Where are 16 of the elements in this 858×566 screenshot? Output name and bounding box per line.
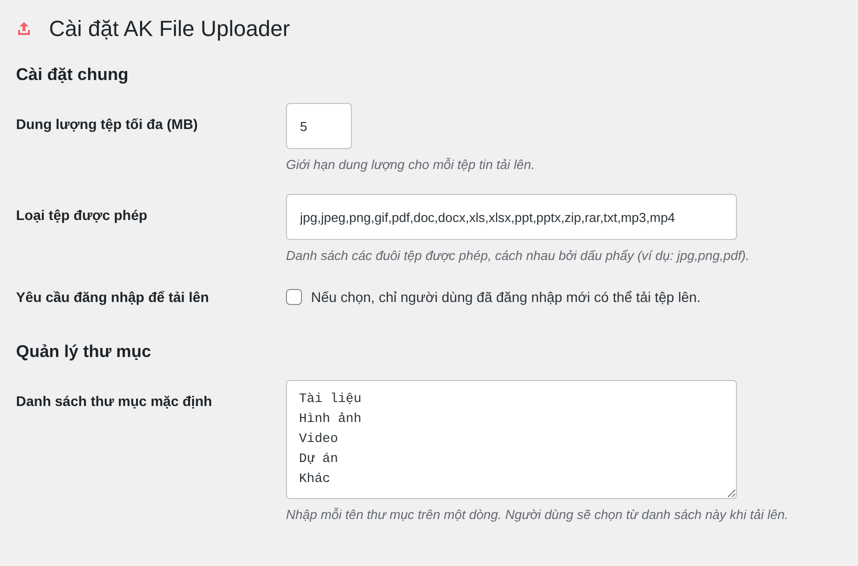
checkbox[interactable] — [286, 289, 302, 305]
section-heading: Quản lý thư mục — [16, 341, 152, 363]
number-field[interactable]: 5 — [286, 103, 352, 149]
field-label: Dung lượng tệp tối đa (MB) — [16, 115, 199, 134]
textarea-field[interactable]: Tài liệu Hình ảnh Video Dự án Khác — [286, 380, 737, 499]
field-label: Loại tệp được phép — [16, 206, 148, 225]
section-heading: Cài đặt chung — [16, 64, 130, 86]
checkbox-label: Nếu chọn, chỉ người dùng đã đăng nhập mới có thể tải tệp lên. — [311, 289, 701, 305]
page-title: Cài đặt AK File Uploader — [49, 16, 290, 42]
field-label: Yêu cầu đăng nhập để tải lên — [16, 288, 210, 307]
upload-icon — [16, 21, 32, 37]
field-description: Danh sách các đuôi tệp được phép, cách nhau bởi dấu phẩy (ví dụ: jpg,png,pdf). — [286, 248, 750, 263]
text-field[interactable]: jpg,jpeg,png,gif,pdf,doc,docx,xls,xlsx,ppt,pptx,zip,rar,txt,mp3,mp4 — [286, 194, 737, 240]
field-label: Danh sách thư mục mặc định — [16, 392, 214, 411]
field-description: Giới hạn dung lượng cho mỗi tệp tin tải lên. — [286, 157, 535, 172]
field-description: Nhập mỗi tên thư mục trên một dòng. Người dùng sẽ chọn từ danh sách này khi tải lên. — [286, 507, 788, 522]
